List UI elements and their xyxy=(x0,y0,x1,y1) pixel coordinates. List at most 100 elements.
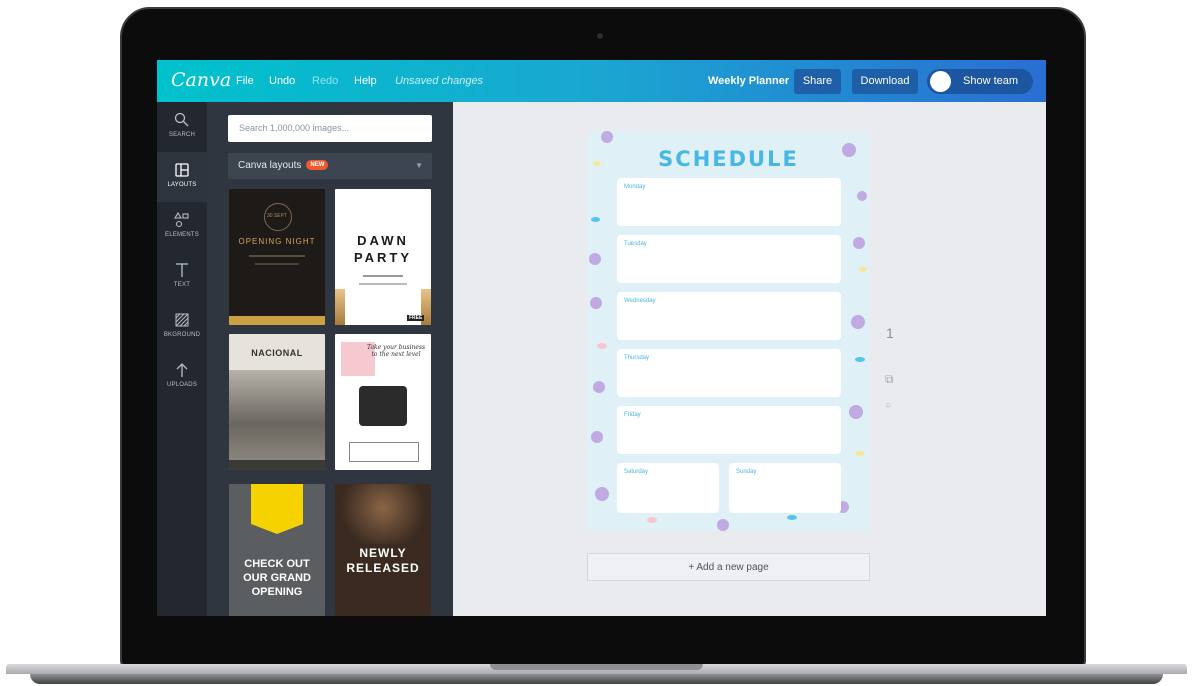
schedule-title[interactable]: SCHEDULE xyxy=(587,147,870,171)
sidebar-item-elements[interactable]: ELEMENTS xyxy=(157,202,207,252)
download-button[interactable]: Download xyxy=(852,69,918,94)
gold-strip xyxy=(229,316,325,325)
canva-logo[interactable]: Canva xyxy=(171,69,231,91)
show-team-button[interactable]: Show team xyxy=(927,69,1033,94)
confetti-dot xyxy=(593,381,605,393)
template-opening-night[interactable]: OPENING NIGHT 30 SEPT xyxy=(229,189,325,325)
design-canvas-area: SCHEDULE Monday Tuesday Wednesday Thursd… xyxy=(453,102,1046,616)
new-badge: NEW xyxy=(306,160,329,171)
template-typewriter[interactable]: Take your business to the next level xyxy=(335,334,431,470)
confetti-dot xyxy=(597,343,607,349)
day-box-friday[interactable]: Friday xyxy=(617,406,841,454)
top-bar: Canva File Undo Redo Help Unsaved change… xyxy=(157,60,1046,102)
menu-redo[interactable]: Redo xyxy=(312,75,338,87)
template-nacional[interactable]: NACIONAL xyxy=(229,334,325,470)
day-box-monday[interactable]: Monday xyxy=(617,178,841,226)
menu-help[interactable]: Help xyxy=(354,75,377,87)
day-box-sunday[interactable]: Sunday xyxy=(729,463,841,513)
confetti-dot xyxy=(787,515,797,520)
sidebar-item-label: UPLOADS xyxy=(166,382,198,388)
day-label: Thursday xyxy=(624,355,650,361)
confetti-dot xyxy=(717,519,729,531)
avatar xyxy=(930,71,951,92)
sidebar-item-label: TEXT xyxy=(173,282,191,288)
confetti-dot xyxy=(851,315,865,329)
day-label: Friday xyxy=(624,412,641,418)
info-table xyxy=(349,442,419,462)
sidebar-item-background[interactable]: BKGROUND xyxy=(157,302,207,352)
template-title-line3: OPENING xyxy=(251,586,303,598)
confetti-dot xyxy=(853,237,865,249)
confetti-dot xyxy=(855,357,865,362)
elements-icon xyxy=(174,211,189,228)
laptop-base-bottom xyxy=(30,674,1163,684)
sidebar-item-search[interactable]: SEARCH xyxy=(157,102,207,152)
template-title: NEWLY xyxy=(359,546,407,560)
uploads-icon xyxy=(176,363,188,377)
copy-page-icon[interactable]: ⧉ xyxy=(885,372,894,387)
template-title: NACIONAL xyxy=(251,348,303,358)
menu-file[interactable]: File xyxy=(236,75,254,87)
day-box-tuesday[interactable]: Tuesday xyxy=(617,235,841,283)
confetti-dot xyxy=(601,131,613,143)
design-title[interactable]: Weekly Planner xyxy=(708,75,789,87)
mountain-photo xyxy=(229,370,325,460)
confetti-dot xyxy=(589,253,601,265)
confetti-dot xyxy=(859,267,867,272)
template-newly-released[interactable]: NEWLY RELEASED xyxy=(335,484,431,616)
template-title: DAWN xyxy=(357,233,409,248)
design-page[interactable]: SCHEDULE Monday Tuesday Wednesday Thursd… xyxy=(587,131,870,531)
template-grand-opening[interactable]: CHECK OUT OUR GRAND OPENING xyxy=(229,484,325,616)
delete-page-icon[interactable]: ○ xyxy=(885,400,891,411)
confetti-dot xyxy=(591,431,603,443)
share-button[interactable]: Share xyxy=(794,69,841,94)
sidebar-item-text[interactable]: TEXT xyxy=(157,252,207,302)
search-input[interactable]: Search 1,000,000 images... xyxy=(228,115,432,142)
laptop-notch xyxy=(490,664,703,670)
confetti-dot xyxy=(590,297,602,309)
yellow-banner xyxy=(251,484,303,534)
tool-sidebar: SEARCH LAYOUTS ELEMENTS TEXT BKGROUND UP… xyxy=(157,102,207,616)
layouts-panel: Search 1,000,000 images... Canva layouts… xyxy=(207,102,453,616)
layouts-dropdown[interactable]: Canva layouts NEW ▼ xyxy=(228,153,432,179)
divider xyxy=(249,255,305,257)
text-icon xyxy=(176,263,188,277)
free-badge: FREE xyxy=(407,315,425,321)
template-title: Take your business to the next level xyxy=(366,344,426,358)
day-box-saturday[interactable]: Saturday xyxy=(617,463,719,513)
divider xyxy=(363,275,403,277)
day-label: Monday xyxy=(624,184,646,190)
add-page-button[interactable]: + Add a new page xyxy=(587,553,870,581)
template-title: CHECK OUT xyxy=(244,558,310,570)
confetti-dot xyxy=(591,217,600,222)
template-dawn-party[interactable]: DAWN PARTY FREE xyxy=(335,189,431,325)
day-label: Tuesday xyxy=(624,241,647,247)
sidebar-item-layouts[interactable]: LAYOUTS xyxy=(157,152,207,202)
dropdown-label: Canva layouts xyxy=(238,160,302,171)
day-label: Saturday xyxy=(624,469,649,475)
day-label: Wednesday xyxy=(624,298,656,304)
divider xyxy=(255,263,299,265)
coffee-photo xyxy=(335,484,431,544)
webcam xyxy=(597,33,603,39)
layouts-icon xyxy=(175,163,189,177)
typewriter-image xyxy=(359,386,407,426)
menu-undo[interactable]: Undo xyxy=(269,75,295,87)
sidebar-item-uploads[interactable]: UPLOADS xyxy=(157,352,207,402)
confetti-dot xyxy=(855,451,865,456)
template-title-line2: RELEASED xyxy=(346,561,420,575)
template-subtitle: 30 SEPT xyxy=(266,213,287,219)
laptop-base xyxy=(0,664,1193,686)
chevron-down-icon: ▼ xyxy=(415,161,423,170)
sidebar-item-label: BKGROUND xyxy=(163,332,201,338)
sidebar-item-label: ELEMENTS xyxy=(165,232,199,238)
day-label: Sunday xyxy=(736,469,757,475)
page-number: 1 xyxy=(886,325,894,341)
day-box-wednesday[interactable]: Wednesday xyxy=(617,292,841,340)
divider xyxy=(359,283,407,285)
search-icon xyxy=(174,112,189,127)
confetti-dot xyxy=(595,487,609,501)
gold-edge-left xyxy=(335,289,345,325)
day-box-thursday[interactable]: Thursday xyxy=(617,349,841,397)
template-title-line2: OUR GRAND xyxy=(243,572,311,584)
